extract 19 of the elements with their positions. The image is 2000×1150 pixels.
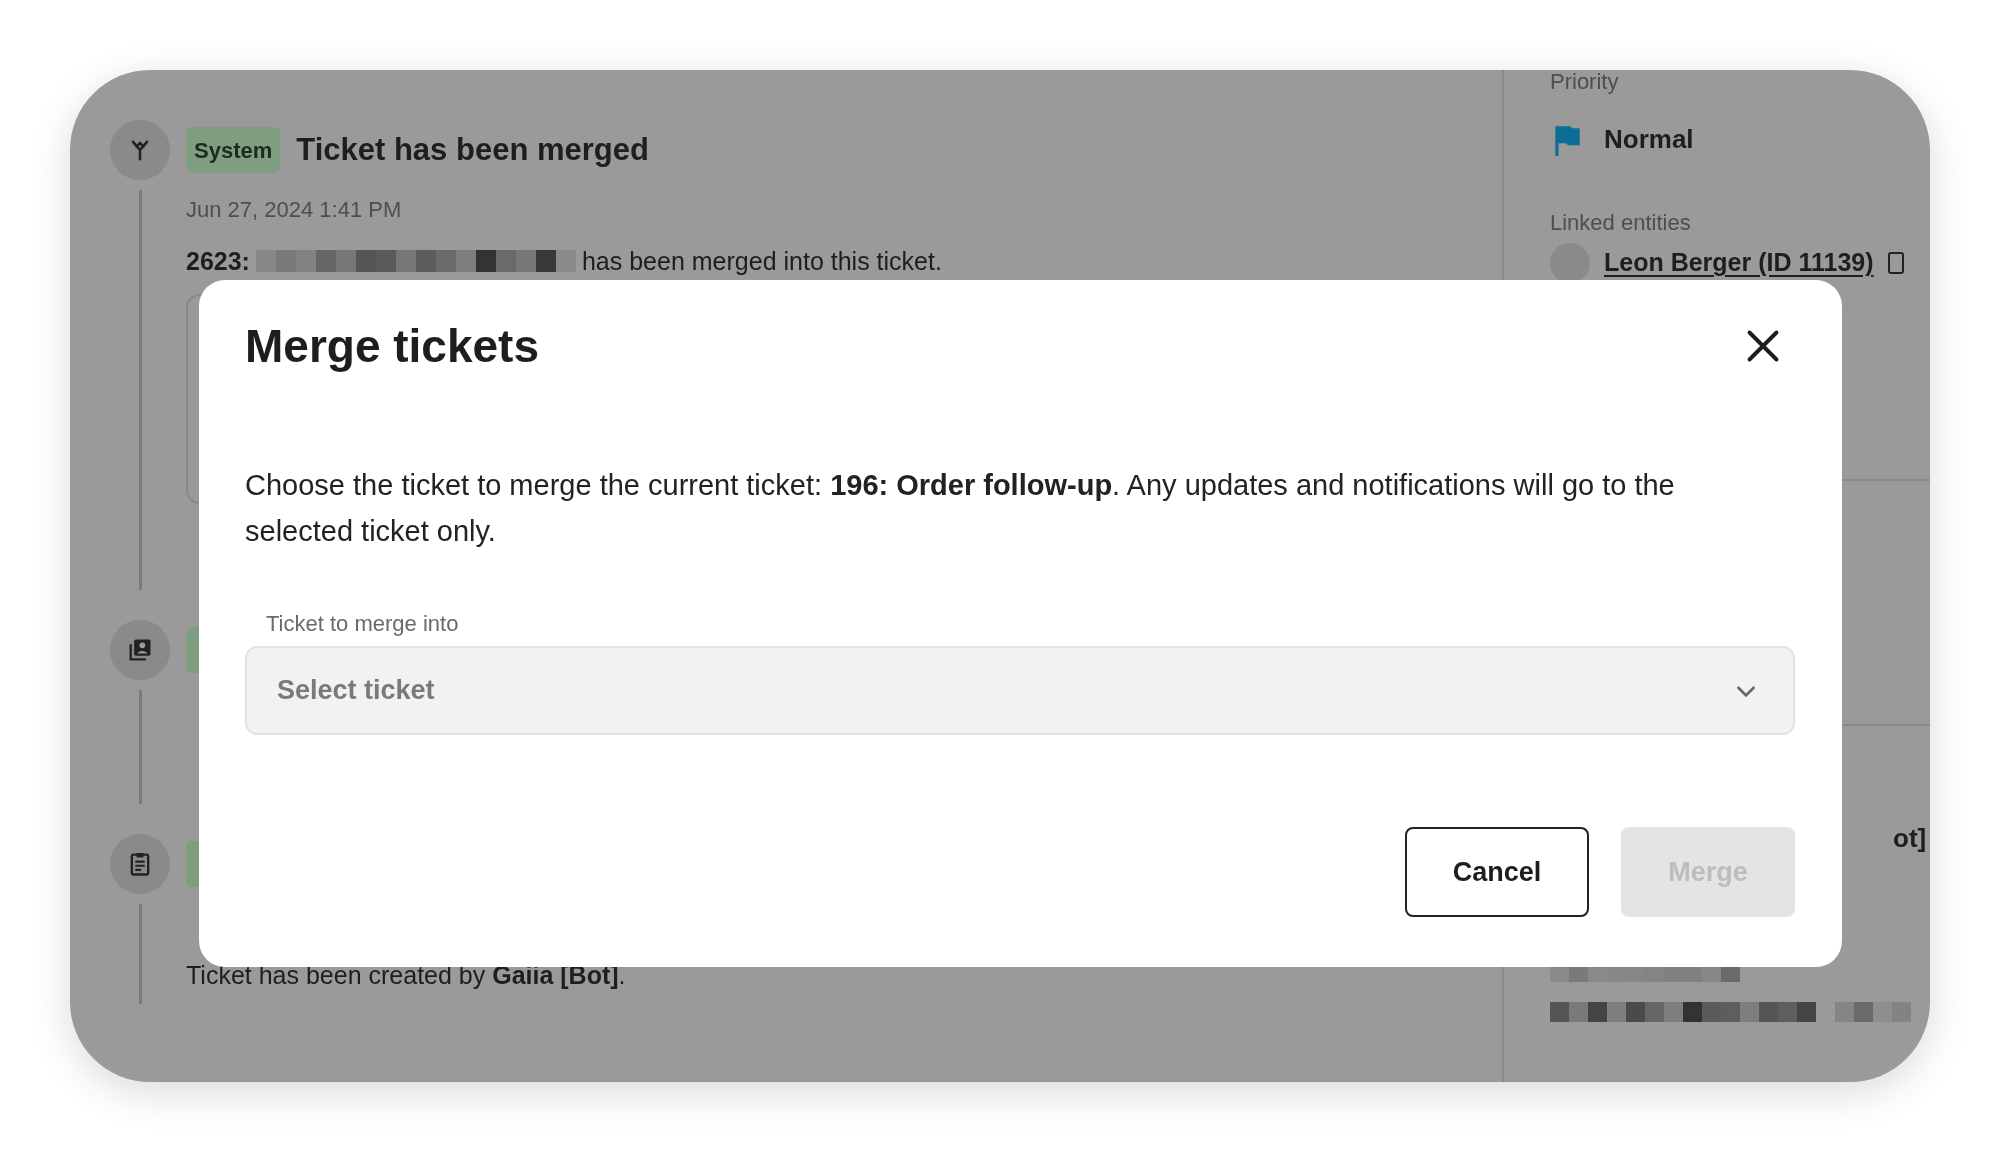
status-badge [186,627,199,673]
person-avatar [1550,243,1590,283]
status-badge: System [186,127,281,173]
ticket-number: 2623: [186,246,250,276]
event-description: has been merged into this ticket. [581,246,942,276]
field-label: Priority [1550,70,1620,94]
dialog-title: Merge tickets [245,319,539,374]
dialog-message: Choose the ticket to merge the current ticket: 196: Order follow-up. Any updates and notifications will go to the selected ticket only. [245,468,1676,549]
close-icon[interactable] [1745,328,1781,364]
status-badge [186,841,199,887]
ticket-select[interactable]: Select ticket [245,646,1795,735]
event-date: Jun 27, 2024 1:41 PM [186,196,403,224]
priority-value: Normal [1604,123,1694,156]
cut-text: ot] [1893,822,1928,855]
entity-link[interactable]: Leon Berger (ID 11139) [1604,244,1874,282]
event-title: Ticket has been merged [296,130,649,169]
field-label: Linked entities [1550,211,1692,235]
cancel-button[interactable]: Cancel [1405,827,1589,917]
field-label: Ticket to merge into [266,612,460,636]
